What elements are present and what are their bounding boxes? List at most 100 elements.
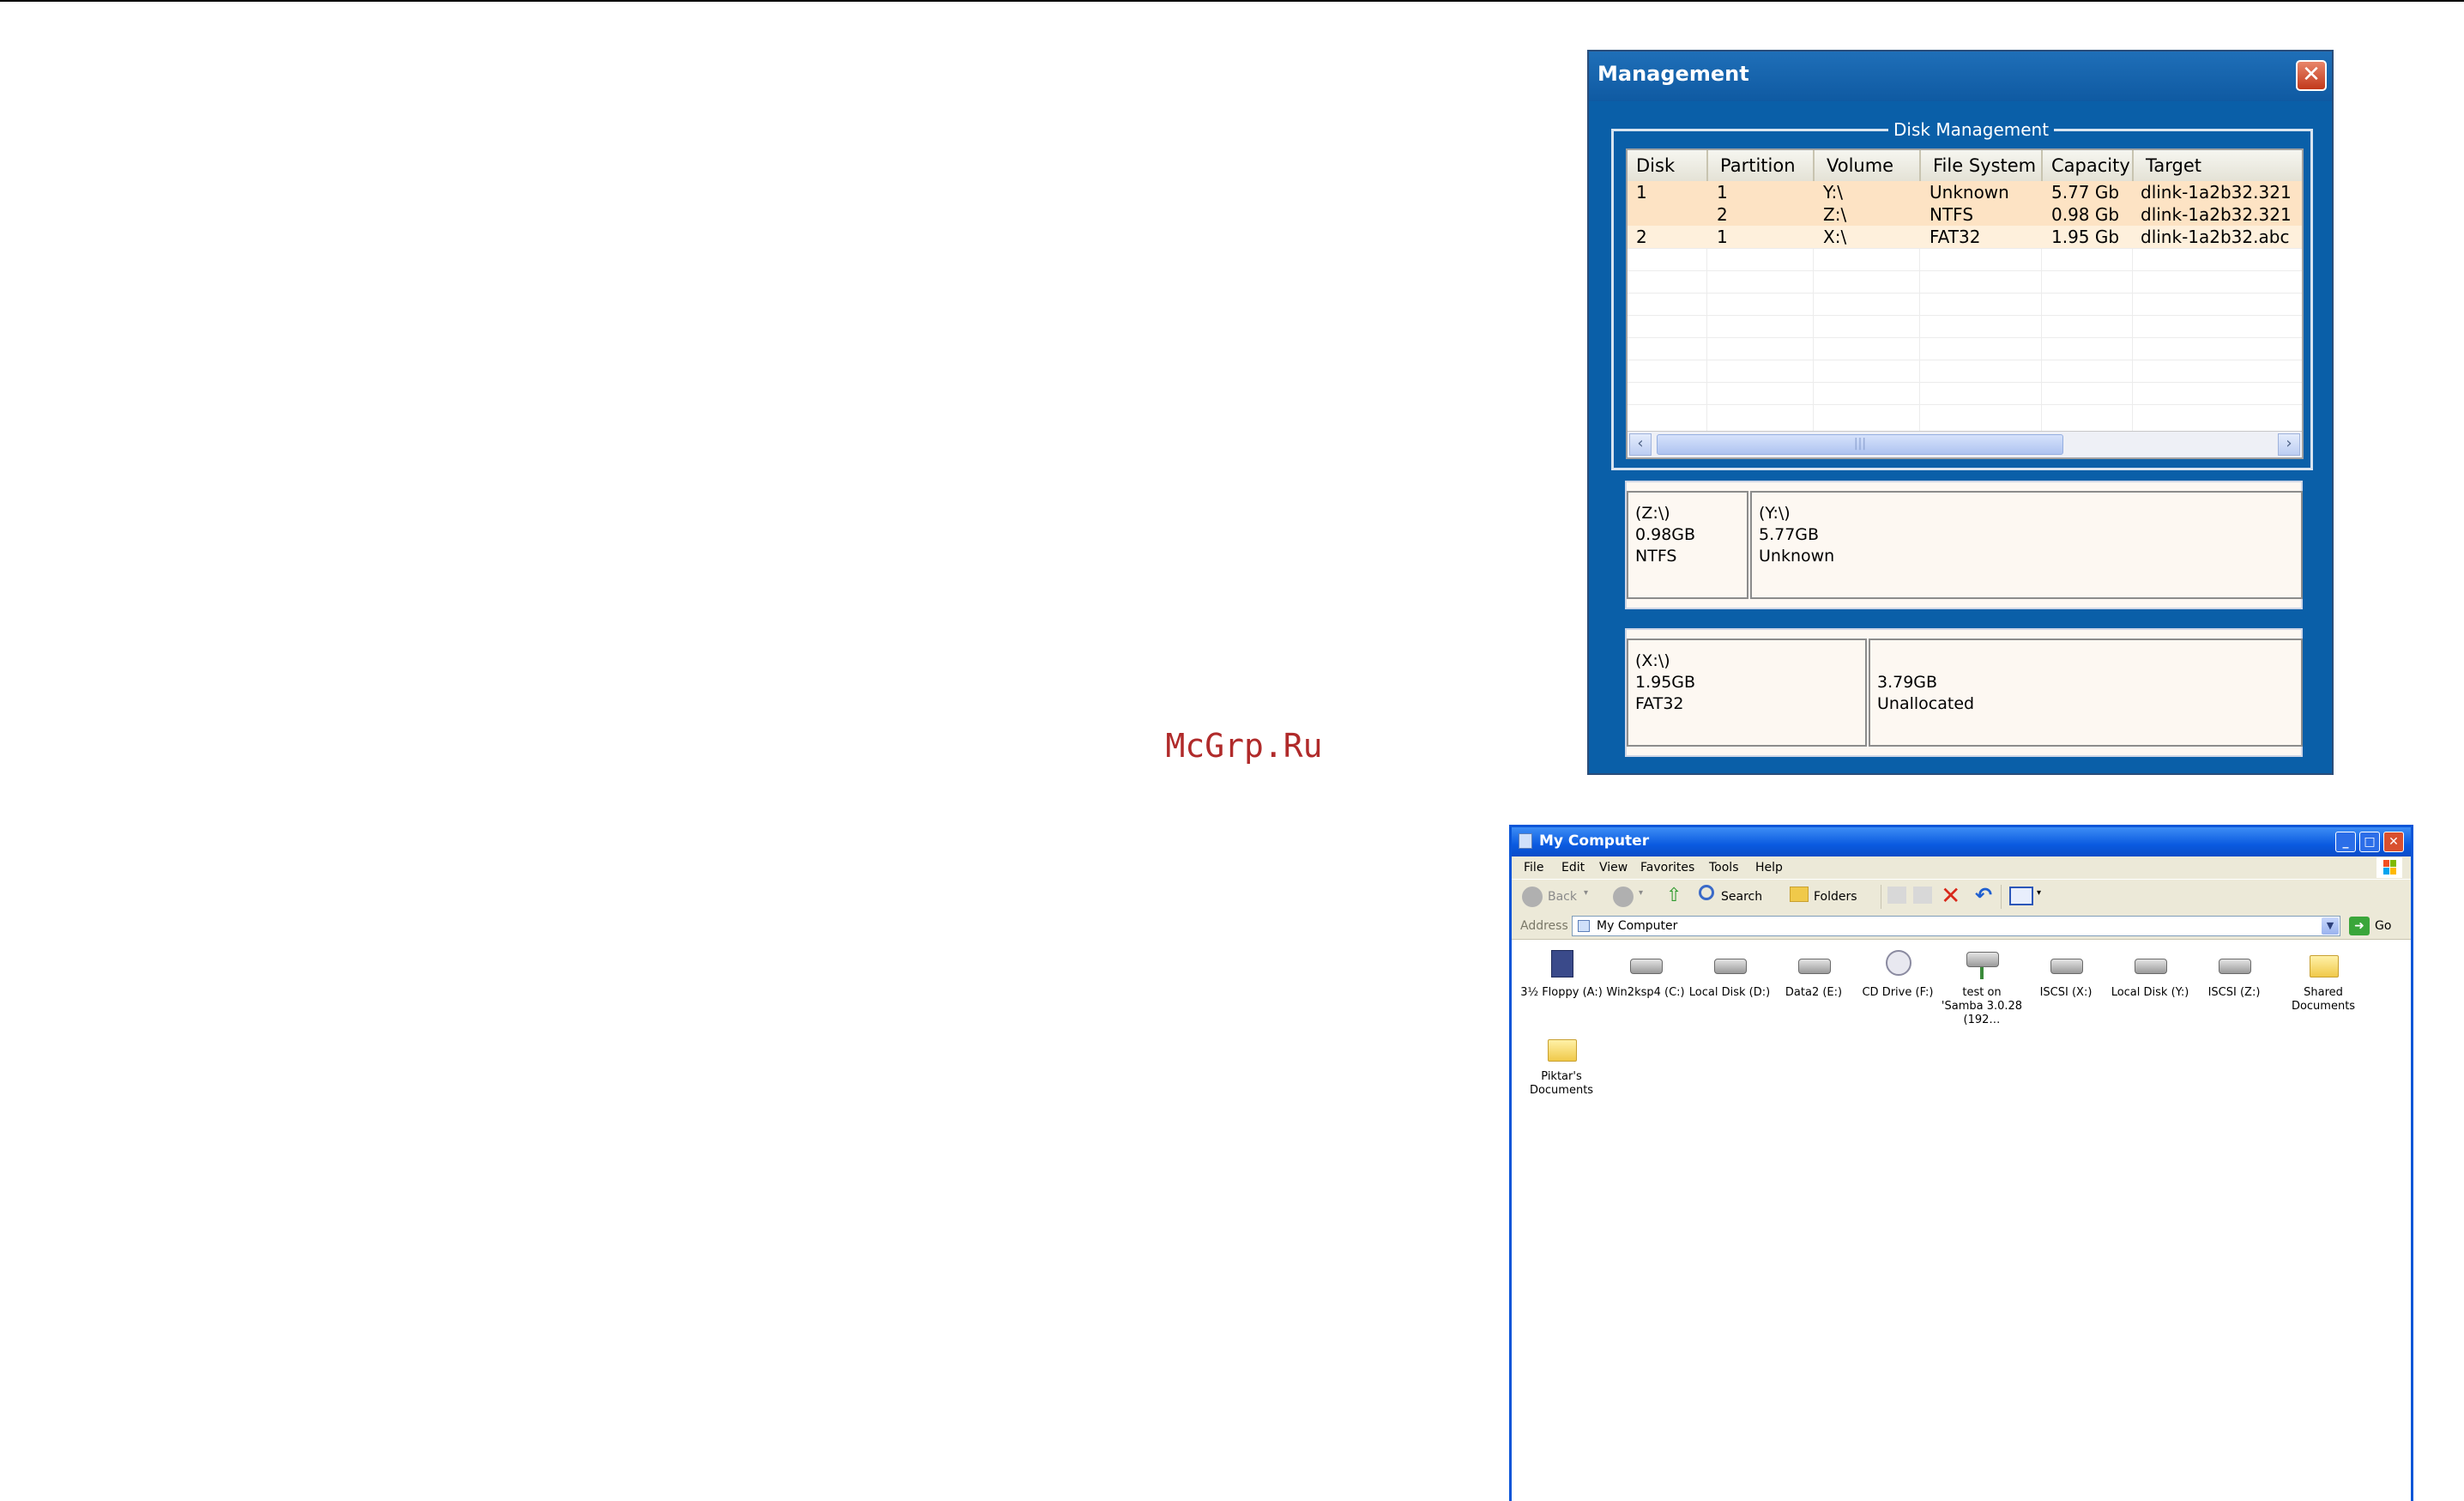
cell-partition: 2	[1717, 204, 1728, 225]
scroll-left-button[interactable]: ‹	[1629, 433, 1652, 456]
cell-capacity: 1.95 Gb	[2051, 227, 2120, 247]
partition-volume: (X:\)	[1635, 651, 1670, 670]
partition-volume: (Z:\)	[1635, 504, 1670, 523]
cell-volume: Z:\	[1823, 204, 1847, 225]
col-disk[interactable]: Disk	[1636, 155, 1675, 176]
drive-icon	[2135, 959, 2167, 974]
cell-capacity: 0.98 Gb	[2051, 204, 2120, 225]
cell-volume: X:\	[1823, 227, 1847, 247]
close-button[interactable]: ✕	[2296, 60, 2327, 91]
address-dropdown-button[interactable]: ▼	[2322, 917, 2339, 935]
menu-bar: File Edit View Favorites Tools Help	[1512, 856, 2411, 879]
item-label: Piktar's Documents	[1529, 1070, 1594, 1097]
chevron-right-icon: ›	[2286, 434, 2292, 452]
windows-logo-icon	[2376, 857, 2402, 878]
window-title: My Computer	[1539, 832, 1650, 850]
scroll-right-button[interactable]: ›	[2278, 433, 2300, 456]
item-floppy[interactable]: 3½ Floppy (A:)	[1520, 947, 1603, 1000]
menu-favorites[interactable]: Favorites	[1640, 861, 1694, 875]
folders-button[interactable]: Folders	[1814, 890, 1857, 904]
item-label: ISCSI (Z:)	[2207, 986, 2261, 999]
menu-help[interactable]: Help	[1755, 861, 1783, 875]
drive-icon	[1714, 959, 1747, 974]
item-iscsi-z[interactable]: ISCSI (Z:)	[2193, 947, 2275, 1000]
col-target[interactable]: Target	[2146, 155, 2201, 176]
minimize-icon: _	[2342, 835, 2349, 849]
partition-fs: Unallocated	[1877, 694, 1975, 713]
item-shared-documents[interactable]: Shared Documents	[2282, 947, 2364, 1014]
cell-file-system: FAT32	[1930, 227, 1981, 247]
item-label: Win2ksp4 (C:)	[1606, 986, 1685, 999]
copy-to-icon[interactable]	[1913, 887, 1932, 904]
my-computer-window: My Computer _ □ ✕ File Edit View Favorit…	[1509, 825, 2413, 1501]
forward-arrow-icon[interactable]	[1613, 887, 1634, 907]
cell-file-system: Unknown	[1930, 182, 2009, 203]
scroll-thumb[interactable]: |||	[1657, 434, 2063, 455]
go-arrow-icon[interactable]: ➜	[2349, 917, 2370, 935]
move-to-icon[interactable]	[1887, 887, 1906, 904]
item-drive-y[interactable]: Local Disk (Y:)	[2109, 947, 2191, 1000]
col-partition[interactable]: Partition	[1720, 155, 1796, 176]
maximize-button[interactable]: □	[2359, 832, 2380, 852]
network-drive-icon	[1966, 952, 1999, 967]
col-volume[interactable]: Volume	[1827, 155, 1893, 176]
item-drive-e[interactable]: Data2 (E:)	[1773, 947, 1855, 1000]
my-computer-titlebar[interactable]: My Computer _ □ ✕	[1512, 827, 2411, 856]
item-user-documents[interactable]: Piktar's Documents	[1520, 1031, 1603, 1098]
go-button[interactable]: Go	[2375, 919, 2391, 933]
partition-x[interactable]: (X:\) 1.95GB FAT32	[1627, 639, 1867, 747]
item-drive-f[interactable]: CD Drive (F:)	[1857, 947, 1939, 1000]
partition-volume	[1870, 651, 2301, 672]
disk2-partition-map: (X:\) 1.95GB FAT32 3.79GB Unallocated	[1625, 628, 2303, 757]
item-iscsi-x[interactable]: ISCSI (X:)	[2025, 947, 2107, 1000]
address-label: Address	[1520, 919, 1568, 933]
back-dropdown-icon[interactable]: ▾	[1584, 888, 1588, 898]
undo-icon[interactable]: ↶	[1975, 883, 1992, 907]
close-button[interactable]: ✕	[2383, 832, 2404, 852]
menu-edit[interactable]: Edit	[1561, 861, 1585, 875]
cell-disk: 2	[1636, 227, 1647, 247]
folders-icon[interactable]	[1790, 887, 1809, 902]
partition-volume: (Y:\)	[1759, 504, 1791, 523]
views-dropdown-icon[interactable]: ▾	[2037, 888, 2041, 898]
drive-icon	[2219, 959, 2251, 974]
item-drive-c[interactable]: Win2ksp4 (C:)	[1604, 947, 1687, 1000]
item-samba-share[interactable]: test on 'Samba 3.0.28 (192…	[1941, 947, 2023, 1027]
menu-view[interactable]: View	[1599, 861, 1628, 875]
partition-size: 5.77GB	[1759, 525, 1820, 544]
cell-partition: 1	[1717, 182, 1728, 203]
col-file-system[interactable]: File System	[1933, 155, 2036, 176]
partition-z[interactable]: (Z:\) 0.98GB NTFS	[1627, 491, 1748, 599]
unallocated-space[interactable]: 3.79GB Unallocated	[1869, 639, 2303, 747]
menu-tools[interactable]: Tools	[1709, 861, 1739, 875]
views-icon[interactable]	[2009, 887, 2033, 905]
back-button[interactable]: Back	[1548, 890, 1577, 904]
minimize-button[interactable]: _	[2335, 832, 2356, 852]
content-pane: 3½ Floppy (A:) Win2ksp4 (C:) Local Disk …	[1512, 940, 2411, 1501]
item-label: Local Disk (D:)	[1688, 986, 1771, 999]
chevron-left-icon: ‹	[1637, 434, 1644, 452]
partition-y[interactable]: (Y:\) 5.77GB Unknown	[1750, 491, 2303, 599]
item-label: Data2 (E:)	[1785, 986, 1843, 999]
disk-table-header: Disk Partition Volume File System Capaci…	[1628, 150, 2302, 183]
maximize-icon: □	[2364, 835, 2376, 849]
menu-file[interactable]: File	[1524, 861, 1543, 875]
partition-fs: NTFS	[1635, 547, 1677, 566]
col-capacity[interactable]: Capacity	[2051, 155, 2130, 176]
address-input[interactable]: My Computer ▼	[1572, 916, 2340, 936]
search-icon[interactable]	[1699, 885, 1714, 900]
management-titlebar[interactable]: Management ✕	[1589, 51, 2332, 101]
management-window: Management ✕ Disk Management Disk Partit…	[1587, 50, 2334, 775]
up-folder-icon[interactable]: ⇧	[1666, 885, 1682, 906]
horizontal-scrollbar[interactable]: ‹ ||| ›	[1628, 431, 2302, 457]
delete-icon[interactable]: ✕	[1941, 881, 1960, 910]
floppy-icon	[1551, 950, 1573, 977]
forward-dropdown-icon[interactable]: ▾	[1639, 888, 1643, 898]
cell-volume: Y:\	[1823, 182, 1844, 203]
cd-icon	[1886, 950, 1911, 976]
item-label: CD Drive (F:)	[1862, 986, 1934, 999]
item-drive-d[interactable]: Local Disk (D:)	[1688, 947, 1771, 1000]
search-button[interactable]: Search	[1721, 890, 1762, 904]
cell-file-system: NTFS	[1930, 204, 1974, 225]
back-arrow-icon[interactable]	[1522, 887, 1543, 907]
